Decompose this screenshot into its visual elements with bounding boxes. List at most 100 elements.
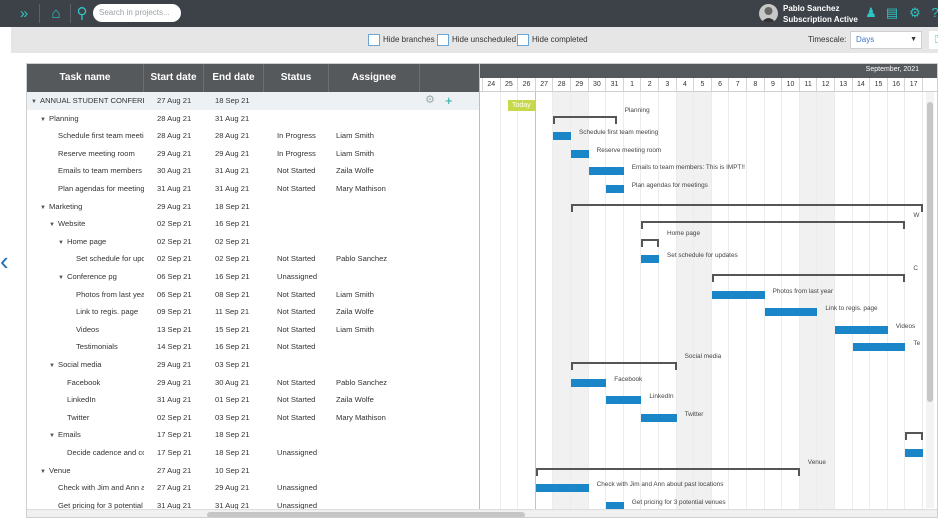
table-row[interactable]: ▼ANNUAL STUDENT CONFERENCE 27 Aug 21 18 Se… — [27, 92, 479, 110]
status-cell[interactable]: Not Started — [277, 409, 329, 427]
table-row[interactable]: Testimonials 14 Sep 21 16 Sep 21 Not Starte… — [27, 338, 479, 356]
status-cell[interactable]: Not Started — [277, 374, 329, 392]
task-bar[interactable] — [571, 378, 607, 387]
table-row[interactable]: Set schedule for updates 02 Sep 21 02 Sep … — [27, 250, 479, 268]
task-name-cell[interactable]: Schedule first team meeting — [49, 127, 144, 145]
table-row[interactable]: Reserve meeting room 29 Aug 21 29 Aug 21 In… — [27, 145, 479, 163]
hide-branches-checkbox[interactable]: Hide branches — [368, 33, 435, 47]
assignee-cell[interactable] — [336, 479, 420, 497]
user-name[interactable]: Pablo Sanchez — [783, 4, 839, 13]
column-start-date[interactable]: Start date — [144, 64, 204, 92]
task-bar[interactable] — [606, 185, 624, 193]
summary-bracket[interactable] — [571, 362, 677, 370]
assignee-cell[interactable]: Liam Smith — [336, 286, 420, 304]
chat-icon[interactable]: ▤ — [882, 3, 902, 23]
task-name-cell[interactable]: Testimonials — [67, 338, 144, 356]
assignee-cell[interactable] — [336, 268, 420, 286]
gear-icon[interactable]: ⚙ — [425, 93, 435, 108]
table-row[interactable]: Emails to team members 30 Aug 21 31 Aug 21… — [27, 162, 479, 180]
task-bar[interactable] — [905, 449, 923, 457]
task-bar[interactable] — [852, 343, 906, 352]
status-cell[interactable] — [277, 110, 329, 128]
assignee-cell[interactable] — [336, 198, 420, 216]
column-end-date[interactable]: End date — [204, 64, 264, 92]
status-cell[interactable]: Not Started — [277, 303, 329, 321]
avatar[interactable] — [759, 4, 778, 23]
assignee-cell[interactable] — [336, 462, 420, 480]
task-bar[interactable] — [641, 255, 659, 264]
task-name-cell[interactable]: ▼ Emails — [49, 426, 144, 444]
table-row[interactable]: Twitter 02 Sep 21 03 Sep 21 Not Started Mary… — [27, 409, 479, 427]
table-row[interactable]: ▼ Social media 29 Aug 21 03 Sep 21 — [27, 356, 479, 374]
assignee-cell[interactable] — [336, 426, 420, 444]
assignee-cell[interactable] — [336, 356, 420, 374]
settings-icon[interactable]: ⚙ — [905, 3, 925, 23]
task-name-cell[interactable]: Emails to team members — [49, 162, 144, 180]
task-name-cell[interactable]: ▼ Marketing — [40, 198, 144, 216]
assignee-cell[interactable]: Zaila Wolfe — [336, 162, 420, 180]
status-cell[interactable]: Not Started — [277, 321, 329, 339]
task-name-cell[interactable]: Twitter — [58, 409, 144, 427]
status-cell[interactable] — [277, 233, 329, 251]
search-input[interactable]: Search in projects... — [93, 4, 181, 22]
chevron-down-icon[interactable]: ▼ — [40, 200, 49, 216]
assignee-cell[interactable]: Liam Smith — [336, 145, 420, 163]
column-assignee[interactable]: Assignee — [329, 64, 420, 92]
checkbox-box[interactable] — [368, 33, 380, 46]
timescale-select[interactable]: Days ▼ — [850, 31, 922, 49]
assignee-cell[interactable] — [336, 338, 420, 356]
checkbox-box[interactable] — [437, 33, 449, 46]
task-name-cell[interactable]: Photos from last year — [67, 286, 144, 304]
expand-sidebar-icon[interactable]: » — [8, 0, 40, 27]
scroll-thumb[interactable] — [207, 512, 525, 517]
assignee-cell[interactable]: Pablo Sanchez — [336, 374, 420, 392]
task-bar[interactable] — [711, 290, 765, 299]
assignee-cell[interactable] — [336, 92, 420, 110]
status-cell[interactable] — [277, 356, 329, 374]
chevron-down-icon[interactable]: ▼ — [49, 358, 58, 374]
task-name-cell[interactable]: LinkedIn — [58, 391, 144, 409]
assignee-cell[interactable] — [336, 110, 420, 128]
task-bar[interactable] — [764, 308, 818, 317]
assignee-cell[interactable]: Liam Smith — [336, 321, 420, 339]
table-row[interactable]: ▼ Conference pg 06 Sep 21 16 Sep 21 Unassign… — [27, 268, 479, 286]
summary-bracket[interactable] — [905, 432, 923, 441]
table-row[interactable]: Photos from last year 06 Sep 21 08 Sep 21 N… — [27, 286, 479, 304]
table-row[interactable]: Schedule first team meeting 28 Aug 21 28 A… — [27, 127, 479, 145]
table-row[interactable]: Plan agendas for meetings 31 Aug 21 31 Aug… — [27, 180, 479, 198]
scroll-thumb[interactable] — [927, 102, 933, 402]
status-cell[interactable]: In Progress — [277, 145, 329, 163]
chevron-down-icon[interactable]: ▼ — [49, 217, 58, 233]
task-bar[interactable] — [641, 413, 677, 422]
summary-bracket[interactable] — [641, 238, 659, 247]
task-name-cell[interactable]: Reserve meeting room — [49, 145, 144, 163]
add-user-icon[interactable]: ♟ — [861, 3, 881, 23]
task-name-cell[interactable]: Check with Jim and Ann about past locati… — [49, 479, 144, 497]
chevron-down-icon[interactable]: ▼ — [58, 270, 67, 286]
table-row[interactable]: ▼ Venue 27 Aug 21 10 Sep 21 — [27, 462, 479, 480]
assignee-cell[interactable]: Mary Mathison — [336, 409, 420, 427]
chevron-left-icon[interactable]: ‹ — [0, 248, 9, 274]
status-cell[interactable]: Not Started — [277, 162, 329, 180]
assignee-cell[interactable]: Zaila Wolfe — [336, 303, 420, 321]
status-cell[interactable] — [277, 198, 329, 216]
task-name-cell[interactable]: Facebook — [58, 374, 144, 392]
task-name-cell[interactable]: Videos — [67, 321, 144, 339]
task-name-cell[interactable]: ▼ Website — [49, 215, 144, 233]
status-cell[interactable] — [277, 215, 329, 233]
status-cell[interactable]: Unassigned — [277, 479, 329, 497]
column-status[interactable]: Status — [264, 64, 329, 92]
status-cell[interactable] — [277, 426, 329, 444]
table-row[interactable]: Decide cadence and content 17 Sep 21 18 Se… — [27, 444, 479, 462]
assignee-cell[interactable] — [336, 444, 420, 462]
task-name-cell[interactable]: Set schedule for updates — [67, 250, 144, 268]
assignee-cell[interactable] — [336, 215, 420, 233]
assignee-cell[interactable]: Liam Smith — [336, 127, 420, 145]
task-name-cell[interactable]: ▼ Conference pg — [58, 268, 144, 286]
task-name-cell[interactable]: ▼ Planning — [40, 110, 144, 128]
assignee-cell[interactable] — [336, 233, 420, 251]
table-row[interactable]: Facebook 29 Aug 21 30 Aug 21 Not Started Pab… — [27, 374, 479, 392]
task-name-cell[interactable]: ▼ANNUAL STUDENT CONFERENCE — [31, 92, 144, 110]
checkbox-box[interactable] — [517, 33, 529, 46]
status-cell[interactable]: Unassigned — [277, 268, 329, 286]
